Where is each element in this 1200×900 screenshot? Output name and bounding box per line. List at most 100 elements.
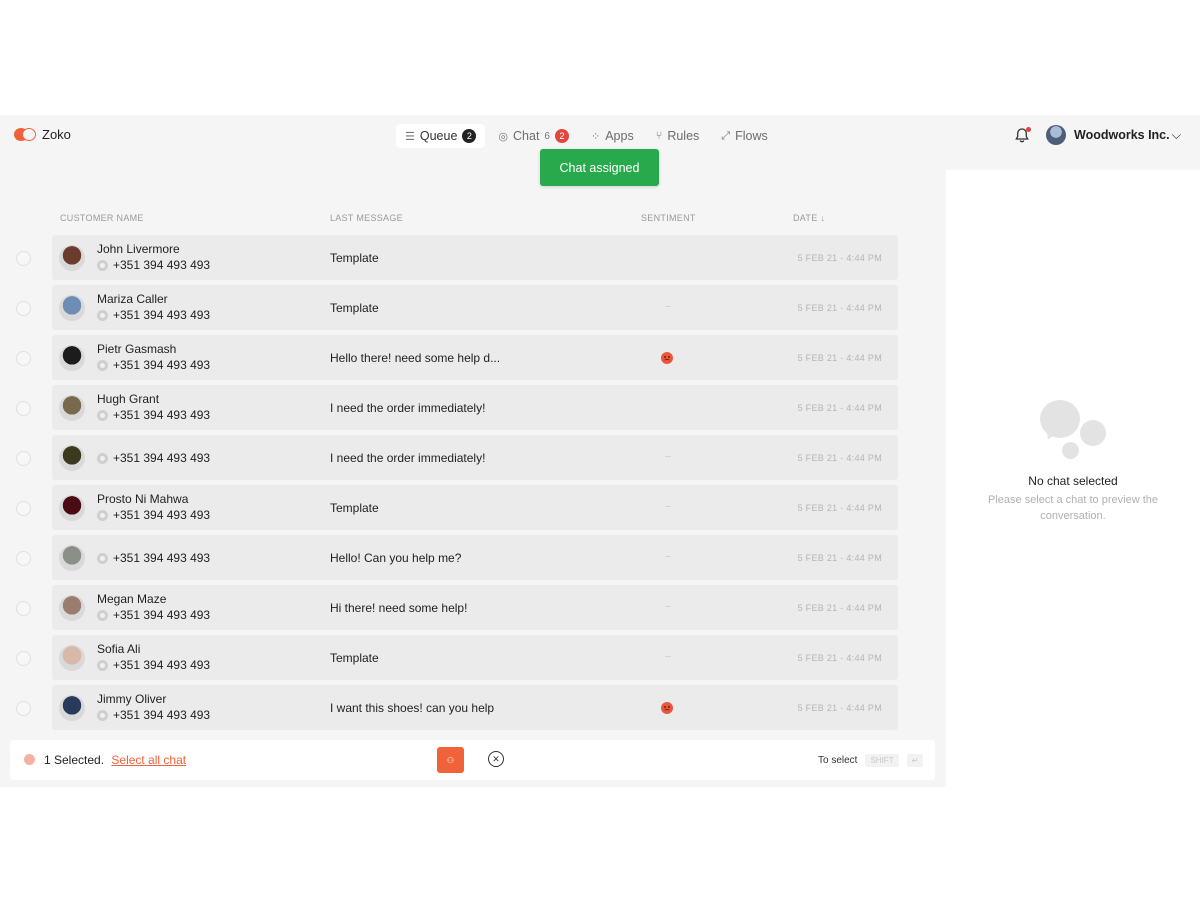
angry-face-icon bbox=[661, 702, 673, 714]
org-avatar bbox=[1046, 125, 1066, 145]
table-row[interactable]: Jimmy Oliver +351 394 493 493 I want this … bbox=[16, 685, 898, 730]
last-message: Template bbox=[330, 251, 379, 265]
nav-apps-label: Apps bbox=[605, 129, 634, 143]
phone-number: +351 394 493 493 bbox=[113, 658, 211, 672]
notification-dot bbox=[1026, 127, 1031, 132]
customer-name: Mariza Caller bbox=[97, 292, 168, 306]
chat-icon: ◎ bbox=[498, 130, 509, 143]
row-checkbox[interactable] bbox=[16, 651, 31, 666]
select-all-link[interactable]: Select all chat bbox=[111, 753, 186, 767]
table-row[interactable]: Sofia Ali +351 394 493 493 Template – 5 FEB … bbox=[16, 635, 898, 680]
table-row[interactable]: Prosto Ni Mahwa +351 394 493 493 Template –… bbox=[16, 485, 898, 530]
phone-number: +351 394 493 493 bbox=[113, 608, 211, 622]
row-checkbox[interactable] bbox=[16, 351, 31, 366]
clear-selection-button[interactable]: ✕ bbox=[488, 751, 504, 767]
table-row[interactable]: Megan Maze +351 394 493 493 Hi there! need… bbox=[16, 585, 898, 630]
last-message: Hello! Can you help me? bbox=[330, 551, 462, 565]
zoko-logo-icon bbox=[14, 127, 36, 142]
chat-bubble-small bbox=[1062, 442, 1079, 459]
customer-phone: +351 394 493 493 bbox=[97, 708, 210, 722]
last-message: Template bbox=[330, 301, 379, 315]
avatar bbox=[59, 345, 85, 371]
phone-number: +351 394 493 493 bbox=[113, 708, 211, 722]
avatar bbox=[59, 445, 85, 471]
row-checkbox[interactable] bbox=[16, 401, 31, 416]
row-checkbox[interactable] bbox=[16, 551, 31, 566]
org-switcher[interactable]: Woodworks Inc. ⌵ bbox=[1046, 125, 1181, 145]
sentiment-value: – bbox=[665, 651, 671, 662]
avatar bbox=[59, 295, 85, 321]
nav-rules[interactable]: ⑂ Rules bbox=[647, 124, 709, 148]
whatsapp-icon bbox=[97, 509, 108, 521]
customer-phone: +351 394 493 493 bbox=[97, 451, 210, 465]
message-date: 5 FEB 21 - 4:44 PM bbox=[797, 653, 882, 663]
row-checkbox[interactable] bbox=[16, 601, 31, 616]
whatsapp-icon bbox=[97, 659, 108, 671]
assign-button[interactable]: ⚇ bbox=[437, 747, 464, 773]
nav-chat[interactable]: ◎ Chat 6 2 bbox=[489, 124, 578, 148]
message-date: 5 FEB 21 - 4:44 PM bbox=[797, 453, 882, 463]
message-date: 5 FEB 21 - 4:44 PM bbox=[797, 553, 882, 563]
queue-icon: ☰ bbox=[405, 130, 415, 143]
nav-flows-label: Flows bbox=[735, 129, 768, 143]
avatar bbox=[59, 395, 85, 421]
sentiment-value: – bbox=[665, 451, 671, 462]
row-checkbox[interactable] bbox=[16, 301, 31, 316]
brand-name: Zoko bbox=[42, 127, 71, 142]
table-row[interactable]: Pietr Gasmash +351 394 493 493 Hello there… bbox=[16, 335, 898, 380]
angry-face-icon bbox=[661, 352, 673, 364]
table-row[interactable]: Mariza Caller +351 394 493 493 Template – 5 … bbox=[16, 285, 898, 330]
assign-user-icon: ⚇ bbox=[446, 755, 455, 765]
customer-phone: +351 394 493 493 bbox=[97, 408, 210, 422]
nav-flows[interactable]: ⤢ Flows bbox=[712, 124, 776, 148]
phone-number: +351 394 493 493 bbox=[113, 508, 211, 522]
last-message: I need the order immediately! bbox=[330, 401, 486, 415]
chat-badge: 2 bbox=[554, 129, 569, 143]
shift-key: SHIFT bbox=[865, 754, 899, 767]
brand[interactable]: Zoko bbox=[14, 127, 71, 142]
chat-count: 6 bbox=[544, 130, 550, 142]
last-message: Template bbox=[330, 651, 379, 665]
phone-number: +351 394 493 493 bbox=[113, 551, 211, 565]
message-date: 5 FEB 21 - 4:44 PM bbox=[797, 703, 882, 713]
col-header-sentiment[interactable]: SENTIMENT bbox=[641, 213, 696, 223]
table-row[interactable]: Hugh Grant +351 394 493 493 I need the ord… bbox=[16, 385, 898, 430]
to-select-label: To select bbox=[818, 755, 858, 766]
selection-status: 1 Selected. Select all chat bbox=[44, 753, 186, 767]
phone-number: +351 394 493 493 bbox=[113, 308, 211, 322]
rules-icon: ⑂ bbox=[655, 130, 663, 142]
customer-name: Sofia Ali bbox=[97, 642, 141, 656]
nav-apps[interactable]: ⁘ Apps bbox=[582, 124, 643, 148]
nav-queue[interactable]: ☰ Queue 2 bbox=[396, 124, 486, 148]
whatsapp-icon bbox=[97, 452, 108, 464]
row-checkbox[interactable] bbox=[16, 701, 31, 716]
queue-badge: 2 bbox=[462, 129, 477, 143]
last-message: Template bbox=[330, 501, 379, 515]
app-shell: Zoko ☰ Queue 2 ◎ Chat 6 2 ⁘ Apps ⑂ Rules bbox=[0, 115, 1200, 787]
keyboard-hint: To select SHIFT ↵ bbox=[818, 754, 924, 767]
whatsapp-icon bbox=[97, 309, 108, 321]
notifications-bell-icon[interactable] bbox=[1014, 127, 1032, 145]
preview-panel: No chat selected Please select a chat to… bbox=[946, 170, 1200, 787]
col-header-date[interactable]: DATE ↓ bbox=[793, 213, 825, 223]
table-row[interactable]: John Livermore +351 394 493 493 Template 5 … bbox=[16, 235, 898, 280]
col-header-last-message[interactable]: LAST MESSAGE bbox=[330, 213, 403, 223]
whatsapp-icon bbox=[97, 552, 108, 564]
avatar bbox=[59, 245, 85, 271]
last-message: I want this shoes! can you help bbox=[330, 701, 495, 715]
avatar bbox=[59, 645, 85, 671]
avatar bbox=[59, 495, 85, 521]
customer-phone: +351 394 493 493 bbox=[97, 658, 210, 672]
row-checkbox[interactable] bbox=[16, 251, 31, 266]
table-row[interactable]: +351 394 493 493 Hello! Can you help me? –… bbox=[16, 535, 898, 580]
message-date: 5 FEB 21 - 4:44 PM bbox=[797, 503, 882, 513]
row-checkbox[interactable] bbox=[16, 451, 31, 466]
customer-name: Prosto Ni Mahwa bbox=[97, 492, 189, 506]
whatsapp-icon bbox=[97, 609, 108, 621]
nav-chat-label: Chat bbox=[513, 129, 540, 143]
table-row[interactable]: +351 394 493 493 I need the order immedia… bbox=[16, 435, 898, 480]
col-header-customer[interactable]: CUSTOMER NAME bbox=[60, 213, 144, 223]
message-date: 5 FEB 21 - 4:44 PM bbox=[797, 303, 882, 313]
customer-name: Jimmy Oliver bbox=[97, 692, 167, 706]
row-checkbox[interactable] bbox=[16, 501, 31, 516]
